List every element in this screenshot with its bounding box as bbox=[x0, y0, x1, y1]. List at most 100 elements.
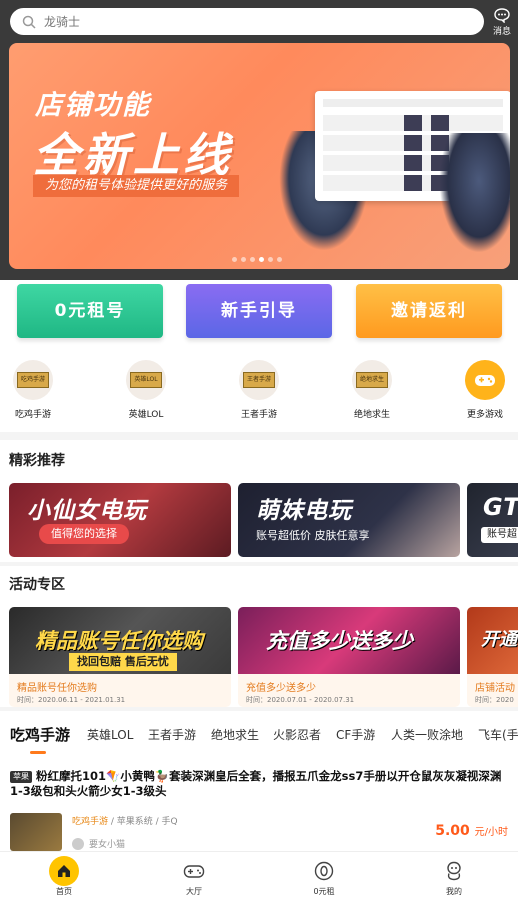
account-listing[interactable]: 苹果 粉红摩托101🪁小黄鸭🦆套装深渊皇后全套，播报五爪金龙ss7手册以开仓鼠灰灰… bbox=[0, 759, 518, 851]
listing-title-text: 粉红摩托101🪁小黄鸭🦆套装深渊皇后全套，播报五爪金龙ss7手册以开仓鼠灰灰凝视… bbox=[10, 769, 502, 798]
section-title: 活动专区 bbox=[9, 577, 65, 593]
game-tabs: 吃鸡手游 英雄LOL 王者手游 绝地求生 火影忍者 CF手游 人类一败涂地 飞车… bbox=[0, 711, 518, 759]
free-rent-button[interactable]: 0元租号 bbox=[17, 284, 163, 338]
banner-dot[interactable] bbox=[241, 257, 246, 262]
game-label: 更多游戏 bbox=[466, 410, 503, 420]
activity-card[interactable]: 充值多少送多少 充值多少送多少 时间：2020.07.01 - 2020.07.… bbox=[238, 607, 460, 707]
activity-headline: 开通 bbox=[481, 629, 517, 650]
nav-label: 首页 bbox=[56, 887, 72, 896]
price-value: 5.00 bbox=[435, 823, 470, 839]
header-area: 消息 店铺功能 全新上线 为您的租号体验提供更好的服务 bbox=[0, 0, 518, 280]
banner-dot[interactable] bbox=[250, 257, 255, 262]
banner-dot[interactable] bbox=[277, 257, 282, 262]
recommend-card[interactable]: 小仙女电玩 值得您的选择 bbox=[9, 483, 231, 557]
chat-icon bbox=[494, 8, 510, 23]
game-item-more[interactable]: 更多游戏 bbox=[450, 360, 518, 420]
listing-price: 5.00 元/小时 bbox=[435, 823, 508, 839]
pubg-mobile-icon: 吃鸡手游 bbox=[13, 360, 53, 400]
lol-icon: 英雄LOL bbox=[126, 360, 166, 400]
card-headline: 萌妹电玩 bbox=[256, 498, 352, 524]
game-item-pubg[interactable]: 绝地求生 绝地求生 bbox=[337, 360, 407, 420]
activity-caption: 充值多少送多少 bbox=[246, 683, 316, 694]
activity-caption: 店铺活动 bbox=[475, 683, 515, 694]
activity-card[interactable]: 开通 店铺活动 时间：2020 bbox=[467, 607, 518, 707]
game-category-row: 吃鸡手游 吃鸡手游 英雄LOL 英雄LOL 王者手游 王者手游 绝地求生 绝地求… bbox=[0, 350, 518, 432]
tab-pubg[interactable]: 绝地求生 bbox=[211, 726, 259, 743]
tab-naruto[interactable]: 火影忍者 bbox=[273, 726, 321, 743]
recommend-section: 精彩推荐 小仙女电玩 值得您的选择 萌妹电玩 账号超低价 皮肤任意享 GT 账号… bbox=[0, 440, 518, 562]
activity-time: 时间：2020 bbox=[475, 696, 514, 704]
listing-game: 吃鸡手游 bbox=[72, 817, 109, 827]
bottom-nav: 首页 大厅 0元租 我的 bbox=[0, 851, 518, 900]
honor-of-kings-icon: 王者手游 bbox=[239, 360, 279, 400]
listing-thumbnail bbox=[10, 813, 62, 851]
beginner-guide-button[interactable]: 新手引导 bbox=[186, 284, 332, 338]
seller-name: 要女小猫 bbox=[89, 840, 126, 850]
listing-seller: 要女小猫 bbox=[72, 837, 125, 850]
search-icon bbox=[22, 15, 36, 29]
banner-pagination bbox=[232, 257, 282, 262]
tab-honor-of-kings[interactable]: 王者手游 bbox=[148, 726, 196, 743]
pubg-icon: 绝地求生 bbox=[352, 360, 392, 400]
banner-tagline: 为您的租号体验提供更好的服务 bbox=[33, 175, 240, 197]
activity-section: 活动专区 精品账号任你选购 找回包赔 售后无忧 精品账号任你选购 时间：2020… bbox=[0, 566, 518, 707]
recommend-card[interactable]: 萌妹电玩 账号超低价 皮肤任意享 bbox=[238, 483, 460, 557]
game-item-pubg-mobile[interactable]: 吃鸡手游 吃鸡手游 bbox=[0, 360, 68, 420]
price-unit: 元/小时 bbox=[474, 827, 508, 838]
search-bar[interactable] bbox=[10, 8, 484, 35]
banner-title-line1: 店铺功能 bbox=[35, 90, 151, 121]
invite-rebate-button[interactable]: 邀请返利 bbox=[356, 284, 502, 338]
nav-label: 大厅 bbox=[186, 887, 202, 896]
home-icon bbox=[49, 856, 79, 886]
gamepad-icon bbox=[183, 860, 205, 882]
activity-caption: 精品账号任你选购 bbox=[17, 683, 97, 694]
card-subtitle: 账号超低价 皮肤任意享 bbox=[256, 529, 370, 542]
tab-cf-mobile[interactable]: CF手游 bbox=[336, 726, 375, 743]
nav-free-rent[interactable]: 0元租 bbox=[294, 860, 354, 897]
game-label: 英雄LOL bbox=[128, 410, 164, 420]
game-item-honor-of-kings[interactable]: 王者手游 王者手游 bbox=[224, 360, 294, 420]
game-label: 吃鸡手游 bbox=[14, 410, 51, 420]
tab-human-fall-flat[interactable]: 人类一败涂地 bbox=[391, 726, 463, 743]
game-item-lol[interactable]: 英雄LOL 英雄LOL bbox=[111, 360, 181, 420]
game-label: 绝地求生 bbox=[353, 410, 390, 420]
promo-banner[interactable]: 店铺功能 全新上线 为您的租号体验提供更好的服务 bbox=[9, 43, 510, 269]
banner-dot[interactable] bbox=[268, 257, 273, 262]
banner-dot-active[interactable] bbox=[259, 257, 264, 262]
user-icon bbox=[443, 860, 465, 882]
card-headline: 小仙女电玩 bbox=[27, 498, 147, 524]
nav-home[interactable]: 首页 bbox=[34, 856, 94, 897]
activity-headline: 精品账号任你选购 bbox=[35, 629, 203, 653]
active-tab-indicator bbox=[30, 751, 46, 754]
zero-coin-icon bbox=[313, 860, 335, 882]
tab-speed-racing[interactable]: 飞车(手游) bbox=[478, 726, 518, 743]
listing-title: 苹果 粉红摩托101🪁小黄鸭🦆套装深渊皇后全套，播报五爪金龙ss7手册以开仓鼠灰灰… bbox=[10, 769, 508, 799]
card-headline: GT bbox=[483, 493, 518, 521]
message-label: 消息 bbox=[492, 27, 511, 37]
quick-actions: 0元租号 新手引导 邀请返利 bbox=[0, 280, 518, 350]
nav-profile[interactable]: 我的 bbox=[424, 860, 484, 897]
section-title: 精彩推荐 bbox=[9, 453, 65, 469]
nav-label: 0元租 bbox=[313, 887, 335, 896]
banner-dot[interactable] bbox=[232, 257, 237, 262]
gamepad-icon bbox=[465, 360, 505, 400]
card-subtitle: 值得您的选择 bbox=[39, 524, 129, 544]
recommend-card[interactable]: GT 账号超 bbox=[467, 483, 518, 557]
tab-pubg-mobile[interactable]: 吃鸡手游 bbox=[10, 724, 70, 745]
listing-system: 苹果系统 / 手Q bbox=[116, 817, 178, 827]
nav-lobby[interactable]: 大厅 bbox=[164, 860, 224, 897]
activity-card[interactable]: 精品账号任你选购 找回包赔 售后无忧 精品账号任你选购 时间：2020.06.1… bbox=[9, 607, 231, 707]
app-screen: 消息 店铺功能 全新上线 为您的租号体验提供更好的服务 0元 bbox=[0, 0, 518, 900]
tab-lol[interactable]: 英雄LOL bbox=[87, 726, 133, 743]
platform-tag: 苹果 bbox=[10, 771, 32, 783]
activity-headline: 充值多少送多少 bbox=[266, 629, 413, 653]
activity-time: 时间：2020.07.01 - 2020.07.31 bbox=[246, 696, 355, 704]
game-label: 王者手游 bbox=[240, 410, 277, 420]
activity-banner-sub: 找回包赔 售后无忧 bbox=[69, 653, 177, 671]
card-subtitle: 账号超 bbox=[481, 527, 518, 543]
search-input[interactable] bbox=[44, 14, 444, 29]
message-button[interactable]: 消息 bbox=[490, 8, 514, 37]
activity-time: 时间：2020.06.11 - 2021.01.31 bbox=[17, 696, 126, 704]
listing-meta: 吃鸡手游 / 苹果系统 / 手Q bbox=[72, 817, 178, 827]
banner-hero-figure-2 bbox=[439, 133, 510, 253]
